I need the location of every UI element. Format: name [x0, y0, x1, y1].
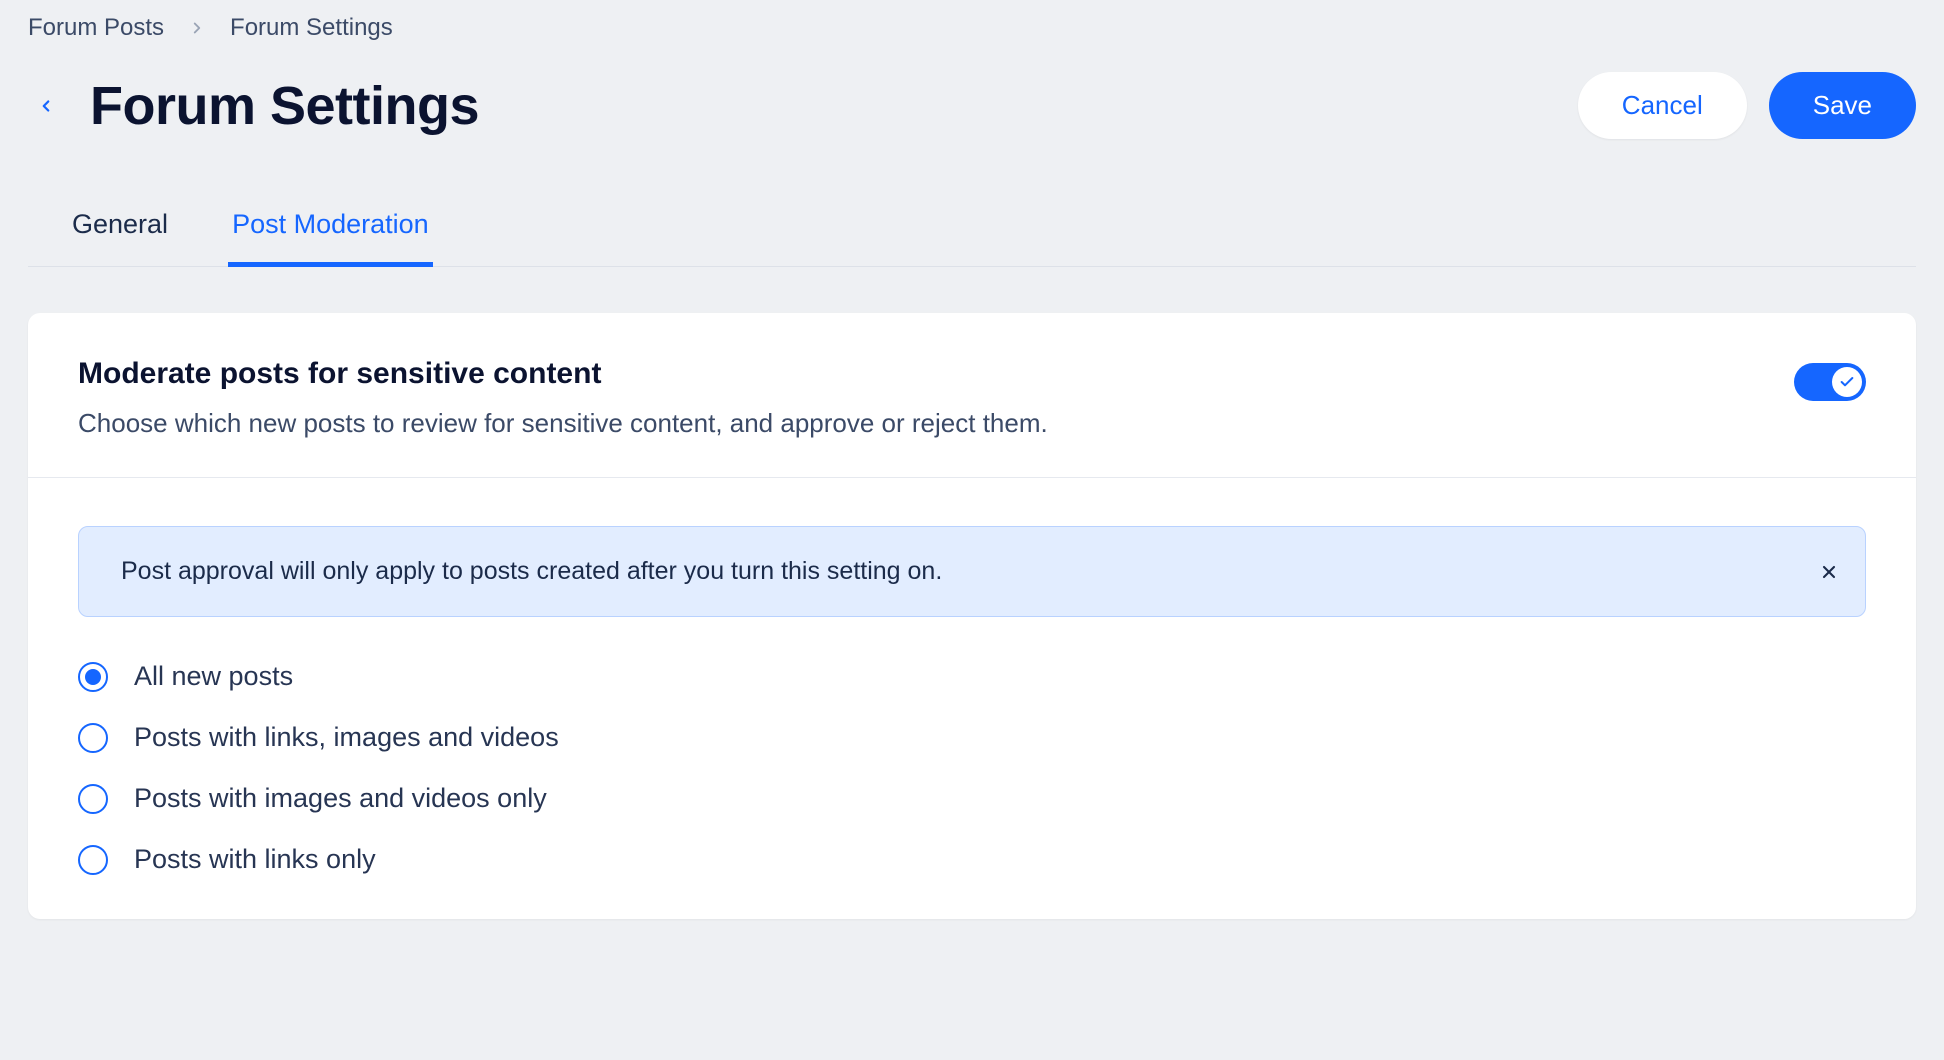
option-label: Posts with images and videos only: [134, 783, 547, 814]
tab-general[interactable]: General: [68, 209, 172, 267]
breadcrumb-item-forum-posts[interactable]: Forum Posts: [28, 14, 164, 42]
option-links-images-videos[interactable]: Posts with links, images and videos: [78, 722, 1866, 753]
check-icon: [1832, 367, 1862, 397]
moderation-card: Moderate posts for sensitive content Cho…: [28, 313, 1916, 919]
option-images-videos-only[interactable]: Posts with images and videos only: [78, 783, 1866, 814]
page-title: Forum Settings: [90, 75, 479, 137]
save-button[interactable]: Save: [1769, 72, 1916, 139]
radio-icon: [78, 845, 108, 875]
option-all-new-posts[interactable]: All new posts: [78, 661, 1866, 692]
chevron-right-icon: [188, 19, 206, 37]
tab-post-moderation[interactable]: Post Moderation: [228, 209, 433, 267]
option-label: Posts with links only: [134, 844, 376, 875]
moderation-toggle[interactable]: [1794, 363, 1866, 401]
moderation-title: Moderate posts for sensitive content: [78, 357, 1048, 391]
moderation-options: All new posts Posts with links, images a…: [78, 661, 1866, 875]
radio-icon: [78, 662, 108, 692]
option-links-only[interactable]: Posts with links only: [78, 844, 1866, 875]
radio-icon: [78, 784, 108, 814]
option-label: Posts with links, images and videos: [134, 722, 559, 753]
option-label: All new posts: [134, 661, 293, 692]
close-icon[interactable]: [1815, 558, 1843, 586]
moderation-description: Choose which new posts to review for sen…: [78, 405, 1048, 441]
info-alert-text: Post approval will only apply to posts c…: [121, 557, 942, 585]
breadcrumb: Forum Posts Forum Settings: [28, 14, 1916, 42]
radio-icon: [78, 723, 108, 753]
cancel-button[interactable]: Cancel: [1578, 72, 1747, 139]
back-button[interactable]: [28, 88, 64, 124]
breadcrumb-item-forum-settings: Forum Settings: [230, 14, 393, 42]
tabs: General Post Moderation: [28, 209, 1916, 267]
info-alert: Post approval will only apply to posts c…: [78, 526, 1866, 617]
